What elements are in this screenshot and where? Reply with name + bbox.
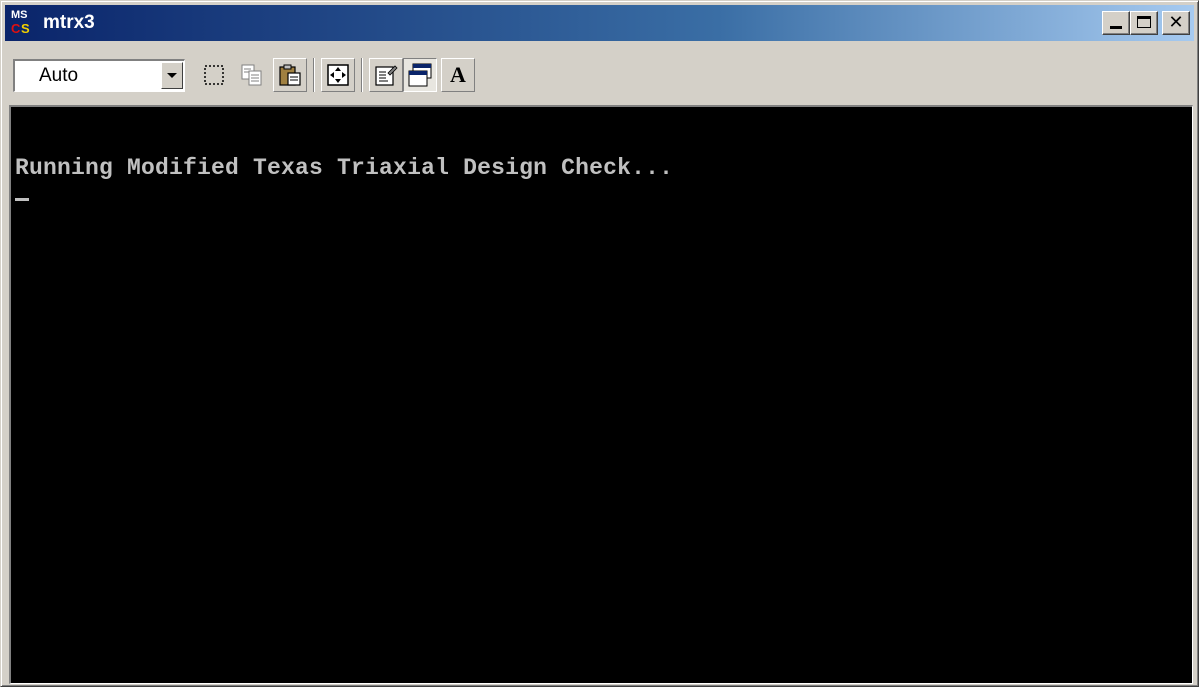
text-cursor bbox=[15, 198, 29, 201]
fullscreen-button[interactable] bbox=[321, 58, 355, 92]
app-icon-ms: MS bbox=[11, 9, 28, 21]
window-title: mtrx3 bbox=[43, 12, 95, 33]
font-size-dropdown-button[interactable] bbox=[161, 61, 183, 89]
toolbar: Auto A bbox=[5, 49, 1194, 101]
properties-icon bbox=[375, 65, 398, 86]
console-output[interactable]: Running Modified Texas Triaxial Design C… bbox=[9, 105, 1193, 684]
console-window: MS C S mtrx3 ✕ Auto A Running Modified T… bbox=[0, 0, 1199, 687]
window-controls: ✕ bbox=[1102, 11, 1190, 35]
app-icon[interactable]: MS C S bbox=[11, 10, 37, 36]
chevron-down-icon bbox=[167, 72, 177, 78]
maximize-button[interactable] bbox=[1130, 11, 1158, 35]
copy-button[interactable] bbox=[235, 58, 269, 92]
close-icon: ✕ bbox=[1168, 12, 1184, 33]
font-size-value: Auto bbox=[39, 64, 79, 86]
title-bar[interactable]: MS C S mtrx3 ✕ bbox=[5, 5, 1194, 41]
copy-icon bbox=[241, 64, 262, 86]
close-button[interactable]: ✕ bbox=[1162, 11, 1190, 35]
minimize-icon bbox=[1110, 26, 1122, 29]
maximize-icon bbox=[1137, 16, 1151, 28]
font-size-select[interactable]: Auto bbox=[13, 58, 185, 92]
font-icon: A bbox=[450, 62, 466, 87]
app-icon-c: C bbox=[11, 21, 21, 36]
paste-icon bbox=[279, 64, 301, 86]
toolbar-separator bbox=[313, 58, 315, 92]
background-button[interactable] bbox=[403, 58, 437, 92]
mark-icon bbox=[204, 65, 224, 85]
properties-button[interactable] bbox=[369, 58, 403, 92]
console-line: Running Modified Texas Triaxial Design C… bbox=[15, 155, 674, 181]
paste-button[interactable] bbox=[273, 58, 307, 92]
toolbar-separator bbox=[361, 58, 363, 92]
app-icon-s: S bbox=[21, 21, 30, 36]
background-icon bbox=[408, 63, 432, 87]
minimize-button[interactable] bbox=[1102, 11, 1130, 35]
mark-button[interactable] bbox=[197, 58, 231, 92]
font-button[interactable]: A bbox=[441, 58, 475, 92]
fullscreen-icon bbox=[327, 64, 349, 86]
